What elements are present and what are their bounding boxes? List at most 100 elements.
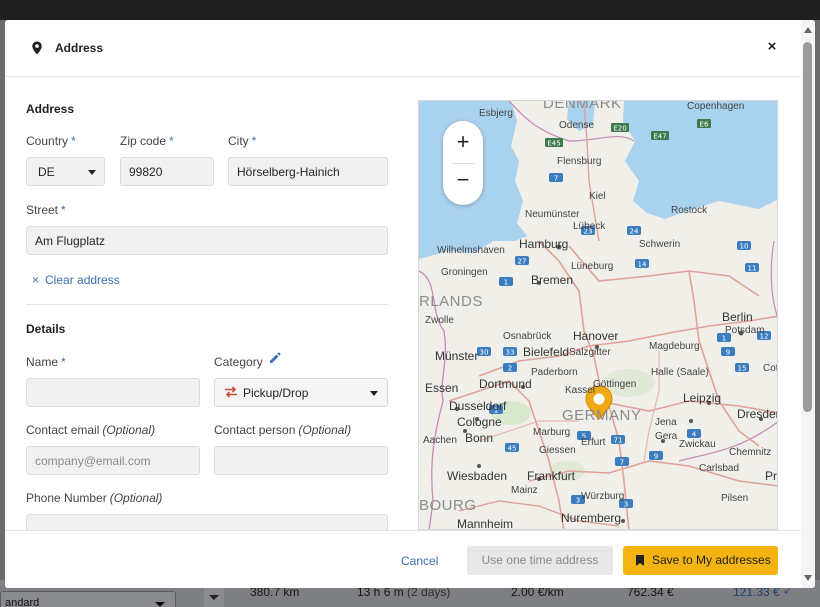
close-icon[interactable]: × [765,39,779,55]
zoom-in-button[interactable]: + [447,127,479,159]
map-label-country: RLANDS [419,293,483,310]
phone-label: Phone Number (Optional) [26,491,163,505]
map-pin-icon [32,41,42,55]
svg-text:11: 11 [748,265,757,273]
map-view[interactable]: E20 E47 E45 E6 7 23 24 27 14 11 10 1 33 … [418,100,778,530]
map-label-city: Groningen [441,267,488,278]
city-input[interactable]: Hörselberg-Hainich [228,157,388,186]
map-label-city: Giessen [539,445,576,456]
svg-text:15: 15 [738,365,747,373]
scroll-up-icon[interactable] [804,27,812,33]
category-label: Category [214,355,263,369]
use-one-time-address-button[interactable]: Use one time address [467,546,613,575]
svg-text:7: 7 [554,175,558,183]
svg-text:30: 30 [480,349,489,357]
scroll-down-icon[interactable] [804,575,812,581]
map-label-city: Zwickau [679,439,716,450]
map-label-city: Erfurt [581,437,606,448]
background-row-expand-button[interactable] [204,587,224,607]
chevron-down-icon [88,170,96,175]
zoom-out-button[interactable]: − [447,165,479,197]
svg-text:24: 24 [630,228,639,236]
country-value: DE [38,165,55,179]
map-label-city: Hanover [573,329,619,343]
background-select[interactable]: andard [0,591,176,607]
map-label-city: Bremen [531,273,574,287]
chevron-down-icon [209,595,219,600]
modal-header: Address × [5,20,815,77]
map-label-city: Berlin [722,310,753,324]
map-label-city: Würzburg [581,491,625,502]
map-label-city: Mainz [511,485,538,496]
name-label: Name * [26,355,66,369]
clear-address-link[interactable]: × Clear address [32,273,120,287]
svg-text:27: 27 [518,258,527,266]
map-label-city: Salzgitter [569,347,611,358]
svg-text:E47: E47 [653,133,666,141]
background-topbar [0,0,820,20]
map-label-city: Essen [425,381,459,395]
map-label-country: BOURG [419,497,477,514]
zoom-control: + − [443,121,483,205]
country-label: Country * [26,134,76,148]
map-label-city: Kiel [589,191,606,202]
clear-address-label: Clear address [45,273,120,287]
svg-text:E20: E20 [613,125,626,133]
scrollbar-thumb[interactable] [803,42,812,412]
map-label-city: Aachen [423,435,457,446]
name-input[interactable] [26,378,200,407]
map-label-city: Pr [765,469,777,483]
background-select-value: andard [5,597,40,607]
map-label-city: Rostock [671,205,708,216]
map-label-city: Kassel [565,385,596,396]
cancel-button[interactable]: Cancel [401,554,438,568]
svg-text:3: 3 [576,497,580,505]
chevron-down-icon [155,602,165,607]
map-label-city: Copenhagen [687,101,745,112]
svg-text:1: 1 [504,279,508,287]
baltic-sea [623,101,777,219]
pencil-icon[interactable] [269,352,281,364]
close-icon: × [32,273,40,287]
contact-email-input[interactable]: company@email.com [26,446,200,475]
map-label-city: Chemnitz [729,447,772,458]
category-select[interactable]: Pickup/Drop [214,378,388,407]
svg-text:14: 14 [638,261,647,269]
map-label-city: Cottbus [763,363,778,374]
map-label-city: Dresden [737,407,778,421]
map-label-city: Lübeck [573,221,606,232]
save-to-my-addresses-button[interactable]: Save to My addresses [623,546,778,575]
chevron-down-icon [370,391,378,396]
map-label-city: Leipzig [683,391,722,405]
map-label-city: Neumünster [525,209,580,220]
street-input[interactable]: Am Flugplatz [26,226,388,255]
zip-input[interactable]: 99820 [120,157,214,186]
map-label-city: Dusseldorf [449,399,507,413]
details-section-title: Details [26,322,66,336]
svg-text:9: 9 [654,453,658,461]
swap-icon [225,386,237,398]
save-button-label: Save to My addresses [652,553,771,567]
map-label-city: Lüneburg [571,261,614,272]
map-label-city: Dortmund [479,377,532,391]
map-label-city: Wiesbaden [447,469,508,483]
map-label-city: Osnabrück [503,331,552,342]
svg-text:9: 9 [726,349,730,357]
map-label-city: Pilsen [721,493,749,504]
address-modal: Address × Address Country * DE Zip code * … [5,20,815,588]
map-label-country: DENMARK [543,100,622,112]
modal-footer: Cancel Use one time address Save to My a… [5,530,801,588]
map-label-city: Paderborn [531,367,578,378]
section-divider [26,304,388,305]
map-label-city: Carlsbad [699,463,740,474]
category-value: Pickup/Drop [243,386,309,400]
country-border [770,240,777,318]
country-select[interactable]: DE [26,157,105,186]
city-label: City * [228,134,257,148]
map-label-city: Esbjerg [479,108,513,119]
map-label-city: Wilhelmshaven [437,245,505,256]
svg-text:7: 7 [620,459,624,467]
contact-person-input[interactable] [214,446,388,475]
svg-text:4: 4 [692,431,697,439]
map-label-city: Gera [655,431,678,442]
